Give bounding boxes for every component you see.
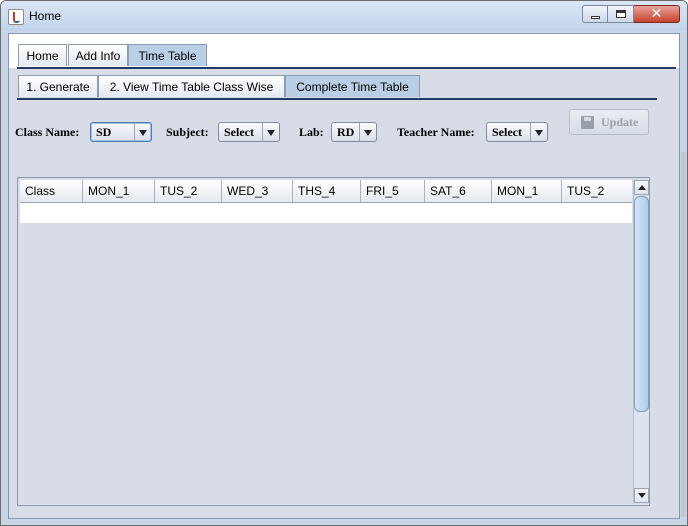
teacher-name-label: Teacher Name: [397, 125, 475, 139]
lab-label: Lab: [299, 125, 324, 139]
table-vertical-scrollbar[interactable] [633, 180, 649, 503]
update-button[interactable]: Update [569, 109, 649, 135]
tab-generate[interactable]: 1. Generate [18, 75, 98, 97]
column-header[interactable]: WED_3 [222, 180, 293, 202]
table-header: Class MON_1 TUS_2 WED_3 THS_4 FRI_5 SAT_… [20, 180, 632, 203]
table-row[interactable] [20, 203, 632, 223]
column-header[interactable]: TUS_2 [155, 180, 222, 202]
scroll-up-arrow-icon[interactable] [634, 180, 649, 195]
main-tab-strip: Home Add Info Time Table [9, 34, 679, 68]
class-name-combo[interactable]: SD [90, 122, 152, 142]
floppy-disk-icon [581, 116, 594, 129]
lab-combo[interactable]: RD [331, 122, 377, 142]
time-table-scroll-pane: Class MON_1 TUS_2 WED_3 THS_4 FRI_5 SAT_… [17, 177, 650, 506]
title-bar[interactable]: Home ✕ [1, 1, 687, 31]
column-header[interactable]: THS_4 [293, 180, 361, 202]
tab-complete-time-table[interactable]: Complete Time Table [285, 75, 420, 97]
app-window: Home ✕ Home Add Info Time Table 1. Gener… [0, 0, 688, 526]
class-name-label: Class Name: [15, 125, 80, 139]
tab-home[interactable]: Home [18, 44, 67, 66]
window-edge-scrollbar [681, 152, 686, 517]
update-button-label: Update [601, 115, 639, 129]
maximize-button[interactable] [608, 5, 634, 23]
class-name-value: SD [96, 125, 112, 139]
window-title: Home [29, 9, 62, 23]
chevron-down-icon[interactable] [134, 123, 151, 141]
column-header[interactable]: FRI_5 [361, 180, 425, 202]
main-tab-divider [17, 67, 676, 69]
lab-value: RD [337, 125, 355, 139]
tab-time-table[interactable]: Time Table [128, 44, 207, 66]
teacher-name-combo[interactable]: Select [486, 122, 548, 142]
column-header[interactable]: TUS_2 [562, 180, 632, 202]
subject-label: Subject: [166, 125, 209, 139]
column-header[interactable]: MON_1 [492, 180, 562, 202]
subject-value: Select [224, 125, 254, 139]
chevron-down-icon[interactable] [359, 123, 376, 141]
column-header[interactable]: SAT_6 [425, 180, 492, 202]
chevron-down-icon[interactable] [530, 123, 547, 141]
content-area: Home Add Info Time Table 1. Generate 2. … [8, 33, 680, 519]
tab-add-info[interactable]: Add Info [68, 44, 128, 66]
column-header[interactable]: Class [20, 180, 83, 202]
minimize-button[interactable] [582, 5, 608, 23]
scrollbar-thumb[interactable] [634, 196, 649, 412]
close-button[interactable]: ✕ [634, 5, 680, 23]
java-app-icon [8, 9, 24, 25]
scroll-down-arrow-icon[interactable] [634, 488, 649, 503]
tab-view-class-wise[interactable]: 2. View Time Table Class Wise [98, 75, 285, 97]
close-icon: ✕ [650, 6, 663, 22]
teacher-name-value: Select [492, 125, 522, 139]
sub-tab-divider [17, 98, 657, 100]
column-header[interactable]: MON_1 [83, 180, 155, 202]
subject-combo[interactable]: Select [218, 122, 280, 142]
chevron-down-icon[interactable] [262, 123, 279, 141]
